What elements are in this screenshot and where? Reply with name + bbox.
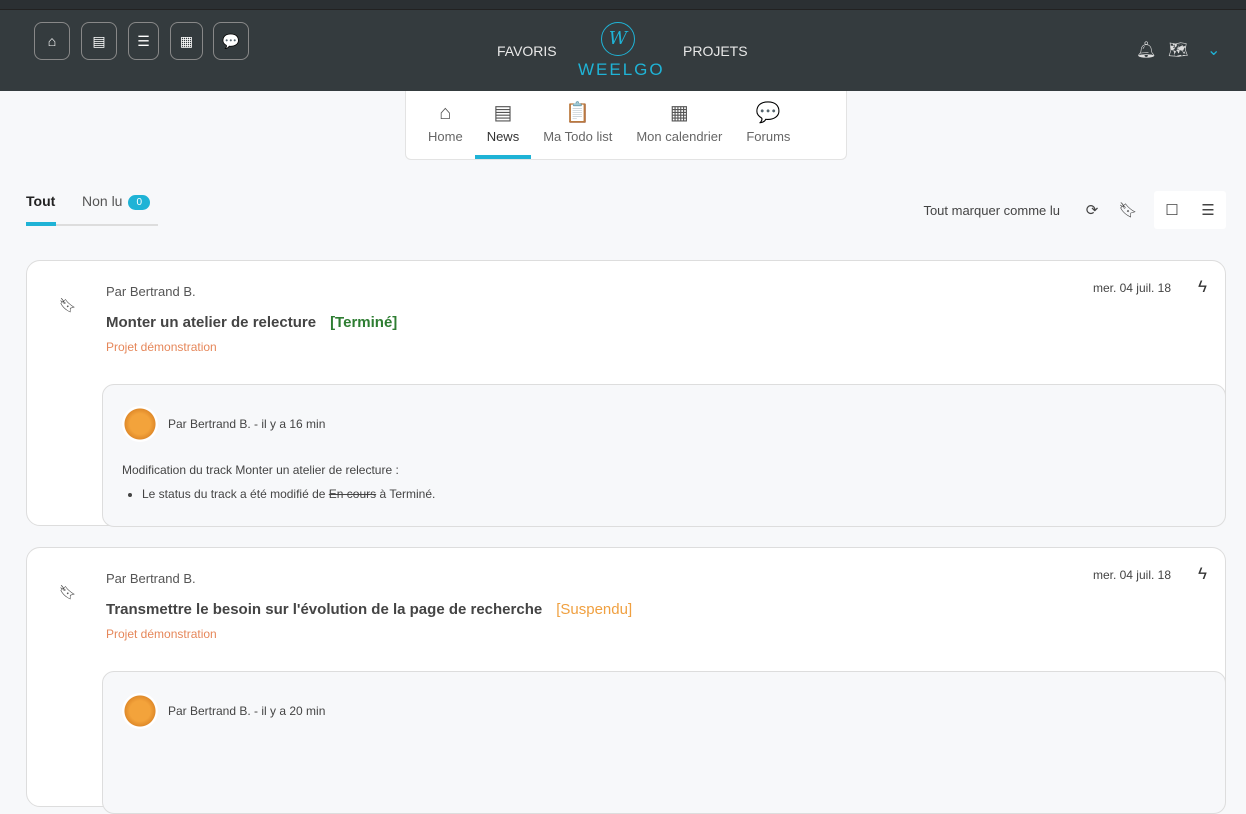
new-status: Terminé. [389, 487, 436, 501]
tab-unread-label: Non lu [82, 193, 123, 209]
home-icon: ⌂ [439, 102, 452, 124]
news-title-text: Monter un atelier de relecture [106, 314, 317, 331]
refresh-icon[interactable]: ⟳ [1074, 201, 1110, 219]
active-tab-indicator [26, 222, 56, 226]
calendar-icon: ▦ [669, 102, 689, 124]
mark-all-read-button[interactable]: Tout marquer comme lu [923, 203, 1060, 218]
subnav-label: News [486, 129, 520, 144]
forums-button[interactable]: 💬 [213, 22, 249, 60]
comment-author: Par Bertrand B. - il y a 16 min [168, 417, 326, 431]
filter-tabs: Tout Non lu 0 [26, 192, 158, 226]
news-item[interactable]: 🔖︎ Par Bertrand B. Transmettre le besoin… [26, 547, 1226, 814]
clipboard-icon: ☰ [137, 32, 150, 49]
comments-icon: 💬 [755, 102, 781, 124]
news-comment: Par Bertrand B. - il y a 16 min Modifica… [102, 384, 1226, 527]
subnav-forums[interactable]: 💬 Forums [734, 91, 802, 159]
news-item[interactable]: 🔖︎ Par Bertrand B. Monter un atelier de … [26, 260, 1226, 527]
news-date: mer. 04 juil. 18 [1092, 568, 1171, 582]
chevron-down-icon[interactable]: ⌄ [1207, 40, 1220, 60]
list-view-icon[interactable]: ☰ [1190, 201, 1226, 219]
toolbar: Tout marquer comme lu ⟳ 🔖︎ ☐ ☰ [923, 191, 1226, 229]
bookmark-icon[interactable]: 🔖︎ [1110, 201, 1146, 219]
subnav-label: Home [428, 129, 463, 144]
change-prefix: Le status du track a été modifié de [142, 487, 326, 501]
projets-link[interactable]: PROJETS [683, 43, 748, 59]
status-label: [Terminé] [330, 314, 398, 331]
news-date: mer. 04 juil. 18 [1092, 281, 1171, 295]
news-title[interactable]: Monter un atelier de relecture [Terminé] [106, 314, 397, 331]
bolt-icon: ϟ [1198, 277, 1207, 296]
header: ⌂ ▤ ☰ ▦ 💬 FAVORIS W WEELGO PROJETS 🔔︎ 🗺︎ … [0, 10, 1246, 91]
newspaper-icon: ▤ [493, 102, 513, 124]
home-button[interactable]: ⌂ [34, 22, 70, 60]
old-status: En cours [328, 487, 377, 501]
news-button[interactable]: ▤ [81, 22, 117, 60]
subnav-label: Ma Todo list [543, 129, 613, 144]
bookmark-icon[interactable]: 🔖︎ [59, 584, 77, 601]
avatar [122, 693, 158, 729]
subnav-label: Mon calendrier [636, 129, 723, 144]
logo-mark: W [601, 22, 635, 56]
project-link[interactable]: Projet démonstration [106, 627, 217, 641]
bolt-icon: ϟ [1198, 564, 1207, 583]
top-strip [0, 0, 1246, 10]
subnav-calendar[interactable]: ▦ Mon calendrier [624, 91, 734, 159]
project-link[interactable]: Projet démonstration [106, 340, 217, 354]
status-label: [Suspendu] [556, 601, 633, 618]
logo-text: WEELGO [578, 60, 665, 79]
comment-author: Par Bertrand B. - il y a 20 min [168, 704, 326, 718]
card-view-icon[interactable]: ☐ [1154, 201, 1190, 219]
subnav-home[interactable]: ⌂ Home [416, 91, 475, 159]
bookmark-icon[interactable]: 🔖︎ [59, 297, 77, 314]
news-author: Par Bertrand B. [106, 571, 196, 586]
avatar [122, 406, 158, 442]
tab-all[interactable]: Tout [26, 193, 55, 209]
news-comment: Par Bertrand B. - il y a 20 min [102, 671, 1226, 814]
newspaper-icon: ▤ [92, 32, 106, 49]
comments-icon: 💬 [222, 32, 240, 49]
change-mid: à [379, 487, 387, 501]
news-author: Par Bertrand B. [106, 284, 196, 299]
subnav-todo[interactable]: 📋 Ma Todo list [531, 91, 624, 159]
subnav-label: Forums [746, 129, 791, 144]
view-switcher: ☐ ☰ [1154, 191, 1226, 229]
weelgo-logo[interactable]: W WEELGO [578, 22, 665, 80]
comment-body: Modification du track Monter un atelier … [122, 463, 435, 501]
sub-navigation: ⌂ Home ▤ News 📋 Ma Todo list ▦ Mon calendrie… [405, 91, 847, 160]
news-title-text: Transmettre le besoin sur l'évolution de… [106, 601, 543, 618]
tab-unread[interactable]: Non lu 0 [82, 193, 151, 210]
comment-intro: Modification du track Monter un atelier … [122, 463, 399, 477]
calendar-button[interactable]: ▦ [170, 22, 203, 60]
calendar-icon: ▦ [179, 32, 194, 49]
news-title[interactable]: Transmettre le besoin sur l'évolution de… [106, 601, 632, 618]
home-icon: ⌂ [47, 33, 57, 49]
favoris-link[interactable]: FAVORIS [497, 43, 557, 59]
subnav-news[interactable]: ▤ News [474, 91, 532, 159]
todo-button[interactable]: ☰ [128, 22, 159, 60]
unread-count-badge: 0 [128, 194, 151, 210]
clipboard-icon: 📋 [565, 102, 591, 124]
change-item: Le status du track a été modifié de En c… [142, 487, 435, 501]
map-icon[interactable]: 🗺︎ [1168, 40, 1188, 60]
bell-icon[interactable]: 🔔︎ [1136, 40, 1156, 60]
